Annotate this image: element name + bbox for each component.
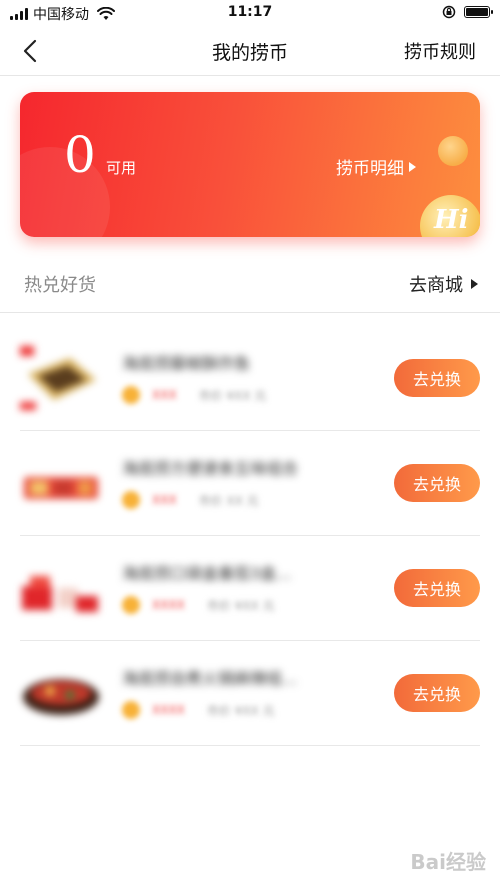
coin-icon: [122, 491, 140, 509]
product-meta: XXX 市价 ¥XX 元: [122, 386, 266, 404]
coin-detail-link[interactable]: 捞币明细: [336, 154, 416, 179]
coin-balance-card: 0 可用 捞币明细 Hi: [20, 92, 480, 237]
arrow-right-icon: [471, 279, 478, 289]
product-meta: XXX 市价 XX 元: [122, 491, 259, 509]
redeem-button[interactable]: 去兑换: [394, 569, 480, 607]
coin-rules-link[interactable]: 捞币规则: [404, 38, 476, 64]
coin-balance-value: 0: [64, 126, 96, 184]
orientation-lock-icon: [442, 5, 456, 19]
go-to-mall-link[interactable]: 去商城: [409, 271, 478, 297]
status-right: [442, 5, 493, 19]
redeem-button[interactable]: 去兑换: [394, 674, 480, 712]
product-image: [24, 477, 98, 499]
coin-big-icon: Hi: [420, 195, 480, 237]
product-row: 海底捞自煮火锅麻辣组... XXXX 市价 ¥XX 元 去兑换: [0, 641, 500, 746]
product-reference-price: 市价 ¥XX 元: [198, 388, 267, 403]
product-row: 海底捞藤椒酥炸鱼 XXX 市价 ¥XX 元 去兑换: [0, 326, 500, 431]
watermark: Bai经验: [410, 850, 486, 874]
product-name: 海底捞藤椒酥炸鱼: [122, 354, 251, 373]
product-image: [20, 346, 96, 410]
product-price: XXX: [152, 493, 177, 507]
product-name: 海底捞口袋盒番茄3盒...: [122, 564, 292, 583]
coin-small-icon: [438, 136, 468, 166]
divider: [20, 745, 480, 746]
product-name: 海底捞方便速食五味组合: [122, 459, 299, 478]
mall-link-label: 去商城: [409, 275, 463, 296]
hot-exchange-header: 热兑好货 去商城: [0, 255, 500, 313]
product-image: [23, 679, 99, 715]
product-price: XXXX: [152, 598, 185, 612]
coin-icon: [122, 701, 140, 719]
product-reference-price: 市价 ¥XX 元: [206, 703, 275, 718]
product-price: XXX: [152, 388, 177, 402]
battery-icon: [464, 6, 493, 18]
arrow-right-icon: [409, 161, 416, 172]
product-price: XXXX: [152, 703, 185, 717]
nav-bar: 我的捞币 捞币规则: [0, 26, 500, 76]
section-title: 热兑好货: [24, 275, 96, 296]
product-reference-price: 市价 XX 元: [198, 493, 259, 508]
redeem-button[interactable]: 去兑换: [394, 464, 480, 502]
product-name: 海底捞自煮火锅麻辣组...: [122, 669, 298, 688]
coin-icon: [122, 596, 140, 614]
product-row: 海底捞方便速食五味组合 XXX 市价 XX 元 去兑换: [0, 431, 500, 536]
product-image: [22, 576, 98, 612]
coin-icon: [122, 386, 140, 404]
product-reference-price: 市价 ¥XX 元: [206, 598, 275, 613]
product-row: 海底捞口袋盒番茄3盒... XXXX 市价 ¥XX 元 去兑换: [0, 536, 500, 641]
product-meta: XXXX 市价 ¥XX 元: [122, 596, 275, 614]
product-meta: XXXX 市价 ¥XX 元: [122, 701, 275, 719]
status-time: 11:17: [227, 4, 273, 20]
status-bar: 中国移动 11:17: [0, 0, 500, 26]
coin-detail-label: 捞币明细: [336, 159, 404, 179]
coin-available-label: 可用: [106, 159, 137, 177]
redeem-button[interactable]: 去兑换: [394, 359, 480, 397]
coin-glyph: Hi: [434, 205, 469, 235]
